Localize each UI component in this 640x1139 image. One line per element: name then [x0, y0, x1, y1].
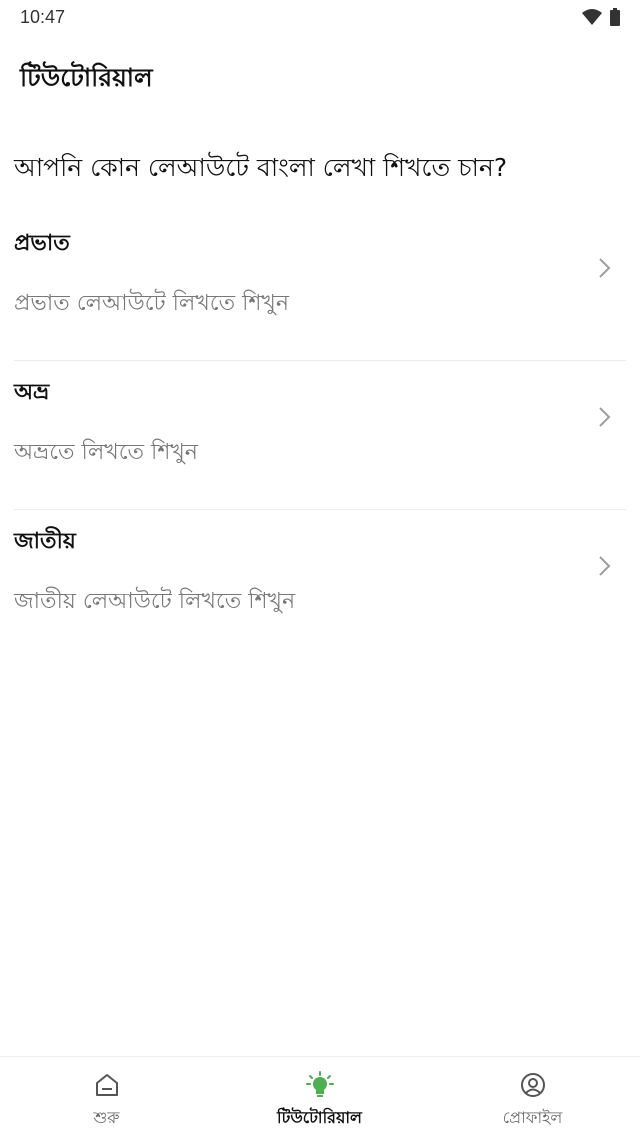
layout-subtitle: অভ্রতে লিখতে শিখুন	[14, 440, 198, 465]
chevron-right-icon	[599, 407, 611, 427]
layout-item-jatiya[interactable]: জাতীয় জাতীয় লেআউটে লিখতে শিখুন	[14, 510, 626, 658]
layout-item-probhat[interactable]: প্রভাত প্রভাত লেআউটে লিখতে শিখুন	[14, 212, 626, 361]
layout-title: জাতীয়	[14, 529, 76, 554]
layout-item-avro[interactable]: অভ্র অভ্রতে লিখতে শিখুন	[14, 361, 626, 510]
chevron-right-icon	[599, 556, 611, 576]
status-time: 10:47	[20, 7, 66, 27]
nav-label-tutorial: টিউটোরিয়াল	[277, 1108, 362, 1127]
layout-subtitle: প্রভাত লেআউটে লিখতে শিখুন	[14, 291, 289, 316]
lightbulb-icon	[305, 1071, 334, 1097]
chevron-right-icon	[599, 258, 611, 278]
nav-item-profile[interactable]: প্রোফাইল	[426, 1057, 639, 1139]
nav-label-profile: প্রোফাইল	[502, 1108, 563, 1127]
status-bar: 10:47	[0, 0, 640, 36]
battery-icon	[610, 8, 620, 26]
wifi-icon	[582, 9, 602, 25]
home-icon	[95, 1074, 118, 1096]
status-icons	[582, 8, 620, 26]
nav-item-home[interactable]: শুরু	[0, 1057, 213, 1139]
page-title: টিউটোরিয়াল	[20, 63, 153, 92]
layout-subtitle: জাতীয় লেআউটে লিখতে শিখুন	[14, 589, 296, 614]
layout-title: অভ্র	[14, 380, 50, 405]
nav-item-tutorial[interactable]: টিউটোরিয়াল	[213, 1057, 426, 1139]
bottom-nav: শুরু টিউটোরিয়াল প্রোফাইল	[0, 1056, 640, 1139]
layout-question: আপনি কোন লেআউটে বাংলা লেখা শিখতে চান?	[14, 153, 508, 182]
profile-icon	[520, 1073, 545, 1097]
nav-label-home: শুরু	[93, 1108, 120, 1127]
layout-list: প্রভাত প্রভাত লেআউটে লিখতে শিখুন অভ্র অভ…	[0, 212, 640, 658]
layout-title: প্রভাত	[14, 231, 70, 256]
